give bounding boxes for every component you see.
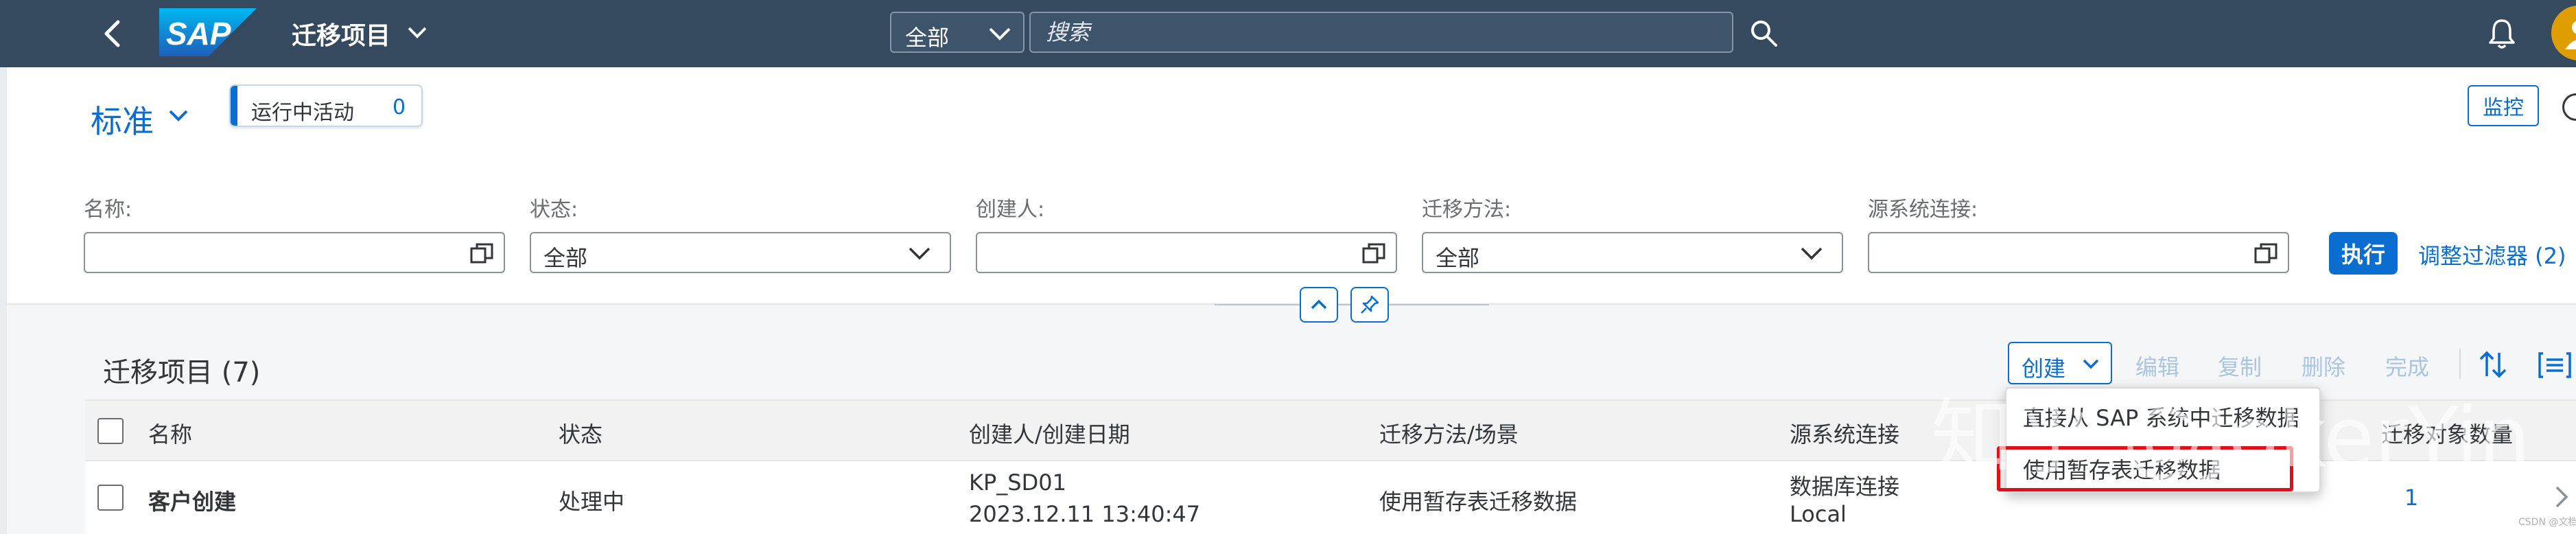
column-header-creator[interactable]: 创建人/创建日期 [969,417,1130,449]
value-help-icon[interactable] [469,242,494,264]
search-icon[interactable] [1748,18,1779,48]
monitor-button[interactable]: 监控 [2468,85,2539,126]
select-all-checkbox[interactable] [97,418,124,444]
tile-accent-bar [231,86,237,126]
row-connection-name: Local [1790,501,1847,527]
sap-logo[interactable]: SAP [159,8,257,56]
column-header-name[interactable]: 名称 [148,417,192,449]
filter-label-method: 迁移方法: [1422,198,1512,222]
chevron-down-icon[interactable] [405,23,430,42]
chevron-up-icon [1311,299,1327,310]
pin-header-button[interactable] [1350,287,1389,323]
more-icon[interactable] [2562,93,2576,121]
filter-status-value: 全部 [543,245,588,271]
column-header-method[interactable]: 迁移方法/场景 [1379,417,1519,449]
user-avatar[interactable] [2551,5,2576,60]
row-name: 客户创建 [148,489,237,515]
running-activities-label: 运行中活动 [251,101,354,125]
filter-name-input[interactable] [84,232,505,273]
watermark-small: CSDN @文档 [2518,517,2576,528]
go-button[interactable]: 执行 [2329,232,2398,275]
filter-creator-input[interactable] [976,232,1397,273]
collapse-header-button[interactable] [1300,287,1338,323]
filter-method-select[interactable]: 全部 [1422,232,1843,273]
chevron-down-icon [1801,247,1823,260]
chevron-down-icon [909,247,930,260]
row-status: 处理中 [559,489,625,515]
filter-connection-input[interactable] [1868,232,2289,273]
table-settings-icon[interactable] [2538,351,2572,379]
running-activities-tile[interactable]: 运行中活动 0 [229,84,423,127]
filter-label-connection: 源系统连接: [1868,198,1978,222]
row-checkbox[interactable] [97,485,124,511]
app-title[interactable]: 迁移项目 [292,16,390,51]
filter-method-value: 全部 [1436,245,1480,271]
chevron-down-icon [989,27,1011,40]
row-method: 使用暂存表迁移数据 [1379,489,1578,515]
row-created-date: 2023.12.11 13:40:47 [969,501,1201,527]
adapt-filters-link[interactable]: 调整过滤器 (2) [2418,239,2566,270]
chevron-down-icon[interactable] [166,107,191,125]
table-title: 迁移项目 (7) [103,357,261,388]
row-connection-type: 数据库连接 [1790,474,1900,500]
back-arrow-icon[interactable] [96,16,130,51]
pin-icon [1361,295,1379,314]
dynamic-page-header: 标准 运行中活动 0 监控 名称: 状态: 创建人: 迁移方法: 源系统连接: … [7,67,2576,323]
shell-bar: SAP 迁移项目 全部 [0,0,2576,67]
user-icon [2565,21,2576,49]
column-header-status[interactable]: 状态 [559,417,602,449]
watermark: 知乎 @JokerYin [1931,391,2531,486]
chevron-right-icon[interactable] [2553,485,2571,509]
column-header-connection[interactable]: 源系统连接 [1790,417,1899,449]
filter-status-select[interactable]: 全部 [530,232,951,273]
value-help-icon[interactable] [2253,242,2278,264]
chevron-down-icon [2083,359,2099,369]
value-help-icon[interactable] [1361,242,1386,264]
bell-icon[interactable] [2487,18,2517,49]
filter-label-name: 名称: [84,198,132,222]
search-input[interactable] [1029,12,1733,53]
filter-label-creator: 创建人: [976,198,1045,222]
row-creator: KP_SD01 [969,469,1066,496]
variant-title[interactable]: 标准 [91,97,154,142]
running-activities-count: 0 [393,95,406,119]
search-scope-select[interactable]: 全部 [890,12,1024,53]
filter-label-status: 状态: [530,198,578,222]
search-scope-value: 全部 [905,25,950,51]
app-root: SAP 迁移项目 全部 标准 运行中活动 0 监控 名称: 状态: 创建人: 迁… [0,0,2576,534]
sap-logo-text: SAP [166,16,231,51]
left-edge-shade [0,67,7,534]
